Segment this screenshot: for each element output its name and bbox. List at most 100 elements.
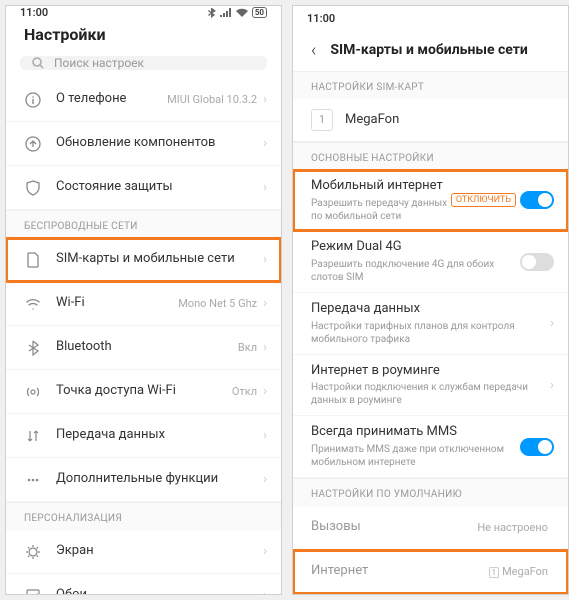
- sim-icon: [22, 252, 44, 268]
- chevron-right-icon: ›: [263, 472, 267, 487]
- page-title: Настройки: [24, 25, 263, 44]
- sim-name: MegaFon: [345, 112, 399, 127]
- row-calls-default[interactable]: Вызовы Не настроено: [293, 506, 568, 550]
- row-wifi[interactable]: Wi-Fi Mono Net 5 Ghz ›: [6, 282, 281, 326]
- search-input[interactable]: Поиск настроек: [20, 56, 267, 70]
- row-value: MIUI Global 10.3.2: [167, 93, 257, 106]
- settings-screen: 11:00 50 Настройки Поиск настроек О теле…: [5, 5, 282, 595]
- row-subtitle: Настройки тарифных планов для контроля м…: [311, 320, 550, 346]
- status-bar: 11:00: [293, 6, 568, 32]
- row-mobile-data[interactable]: Мобильный интернет Разрешить передачу да…: [293, 170, 568, 232]
- row-label: Обои: [56, 587, 263, 595]
- chevron-right-icon: ›: [263, 252, 267, 267]
- row-label: Bluetooth: [56, 339, 238, 356]
- row-mms[interactable]: Всегда принимать MMS Принимать MMS даже …: [293, 416, 568, 478]
- mms-toggle[interactable]: [520, 438, 554, 456]
- row-label: Режим Dual 4G: [311, 239, 520, 256]
- row-label: Обновление компонентов: [56, 135, 263, 152]
- chevron-right-icon: ›: [263, 296, 267, 311]
- chevron-right-icon: ›: [263, 428, 267, 443]
- row-label: Передача данных: [311, 301, 550, 318]
- page-title: SIM-карты и мобильные сети: [330, 42, 527, 58]
- row-value: Вкл: [238, 341, 257, 354]
- row-bluetooth[interactable]: Bluetooth Вкл ›: [6, 326, 281, 370]
- row-update[interactable]: Обновление компонентов ›: [6, 122, 281, 166]
- row-roaming[interactable]: Интернет в роуминге Настройки подключени…: [293, 355, 568, 417]
- sim-settings-screen: 11:00 ‹ SIM-карты и мобильные сети НАСТР…: [292, 5, 569, 595]
- chevron-right-icon: ›: [263, 92, 267, 107]
- page-header: ‹ SIM-карты и мобильные сети: [293, 32, 568, 71]
- chevron-right-icon: ›: [263, 136, 267, 151]
- chevron-right-icon: ›: [263, 340, 267, 355]
- row-label: Вызовы: [311, 519, 477, 536]
- row-label: Интернет в роуминге: [311, 363, 550, 380]
- chevron-right-icon: ›: [550, 316, 554, 331]
- row-additional[interactable]: Дополнительные функции ›: [6, 458, 281, 502]
- battery-icon: 50: [252, 7, 267, 18]
- status-time: 11:00: [20, 6, 48, 19]
- display-icon: [22, 544, 44, 560]
- section-wireless: БЕСПРОВОДНЫЕ СЕТИ: [6, 210, 281, 238]
- chevron-right-icon: ›: [263, 384, 267, 399]
- row-value: Откл: [232, 385, 257, 398]
- row-data-transfer[interactable]: Передача данных ›: [6, 414, 281, 458]
- row-label: Дополнительные функции: [56, 471, 263, 488]
- row-label: SIM-карты и мобильные сети: [56, 251, 263, 268]
- data-icon: [22, 428, 44, 444]
- status-time: 11:00: [307, 12, 335, 25]
- mobile-data-toggle[interactable]: [520, 191, 554, 209]
- row-subtitle: Принимать MMS даже при отключенном мобил…: [311, 443, 520, 469]
- chevron-right-icon: ›: [550, 378, 554, 393]
- row-data-plan[interactable]: Передача данных Настройки тарифных плано…: [293, 293, 568, 355]
- row-value: Не настроено: [477, 521, 548, 534]
- update-icon: [22, 136, 44, 152]
- row-label: Всегда принимать MMS: [311, 424, 520, 441]
- signal-icon: [220, 8, 232, 17]
- row-value: 1MegaFon: [489, 565, 548, 578]
- row-label: Точка доступа Wi-Fi: [56, 383, 232, 400]
- row-about-phone[interactable]: О телефоне MIUI Global 10.3.2 ›: [6, 78, 281, 122]
- chevron-right-icon: ›: [263, 180, 267, 195]
- back-button[interactable]: ‹: [311, 40, 316, 61]
- disable-badge: ОТКЛЮЧИТЬ: [451, 193, 516, 207]
- row-label: Мобильный интернет: [311, 178, 451, 195]
- row-sim-cards[interactable]: SIM-карты и мобильные сети ›: [6, 238, 281, 282]
- sim-card-1[interactable]: 1 MegaFon: [293, 99, 568, 142]
- row-subtitle: Разрешить подключение 4G для обоих слото…: [311, 258, 520, 284]
- search-placeholder: Поиск настроек: [54, 56, 144, 70]
- row-label: Wi-Fi: [56, 295, 178, 312]
- row-security[interactable]: Состояние защиты ›: [6, 166, 281, 210]
- row-label: Передача данных: [56, 427, 263, 444]
- more-icon: [22, 472, 44, 488]
- section-main-settings: ОСНОВНЫЕ НАСТРОЙКИ: [293, 142, 568, 170]
- bluetooth-icon: [208, 8, 216, 18]
- info-icon: [22, 92, 44, 108]
- row-internet-default[interactable]: Интернет 1MegaFon: [293, 550, 568, 594]
- row-display[interactable]: Экран ›: [6, 530, 281, 574]
- dual-4g-toggle[interactable]: [520, 253, 554, 271]
- row-dual-4g[interactable]: Режим Dual 4G Разрешить подключение 4G д…: [293, 231, 568, 293]
- page-header: Настройки: [6, 19, 281, 56]
- row-value: Mono Net 5 Ghz: [178, 297, 257, 310]
- row-subtitle: Настройки подключения к службам передачи…: [311, 381, 550, 407]
- row-label: Экран: [56, 543, 263, 560]
- section-personal: ПЕРСОНАЛИЗАЦИЯ: [6, 502, 281, 530]
- row-label: Состояние защиты: [56, 179, 263, 196]
- section-defaults: НАСТРОЙКИ ПО УМОЛЧАНИЮ: [293, 478, 568, 506]
- wifi-icon: [236, 8, 248, 17]
- row-wallpaper[interactable]: Обои ›: [6, 574, 281, 595]
- hotspot-icon: [22, 384, 44, 400]
- wifi-icon: [22, 296, 44, 312]
- status-bar: 11:00 50: [6, 6, 281, 19]
- sim-number: 1: [311, 109, 333, 131]
- shield-icon: [22, 180, 44, 196]
- chevron-right-icon: ›: [263, 544, 267, 559]
- search-icon: [32, 57, 44, 69]
- row-hotspot[interactable]: Точка доступа Wi-Fi Откл ›: [6, 370, 281, 414]
- section-sim-settings: НАСТРОЙКИ SIM-КАРТ: [293, 71, 568, 99]
- status-icons: 50: [208, 7, 267, 18]
- row-label: О телефоне: [56, 91, 167, 108]
- row-label: Интернет: [311, 563, 489, 580]
- wallpaper-icon: [22, 588, 44, 596]
- bluetooth-icon: [22, 340, 44, 356]
